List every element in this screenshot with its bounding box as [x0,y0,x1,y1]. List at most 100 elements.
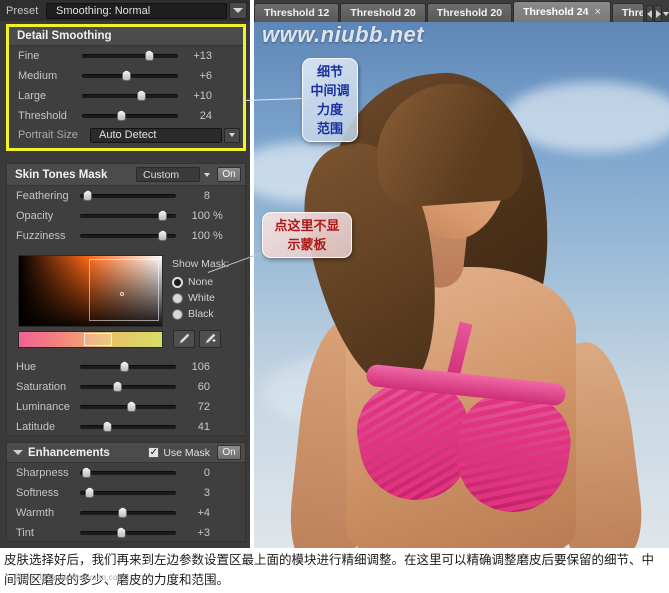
slider-knob[interactable] [113,381,123,392]
threshold-slider[interactable] [82,109,178,123]
saturation-slider[interactable] [80,380,176,394]
slider-knob[interactable] [118,507,128,518]
slider-knob[interactable] [120,361,130,372]
tab-threshold-12[interactable]: Threshold 12 [254,3,340,22]
slider-row-hue: Hue 106 [7,357,245,377]
slider-row-luminance: Luminance 72 [7,397,245,417]
callout-show-mask-note: 点这里不显 示蒙板 [262,212,352,258]
skin-tone-color-field[interactable] [18,255,163,327]
luminance-slider[interactable] [80,400,176,414]
slider-value: +13 [193,50,212,62]
slider-value: +6 [199,70,212,82]
tab-label: Threshold 20 [350,7,416,19]
slider-knob[interactable] [144,50,154,61]
slider-knob[interactable] [83,190,93,201]
preset-label: Preset [6,4,39,17]
radio-selected-icon [172,276,183,288]
enhancements-toggle[interactable]: On [217,445,241,460]
tab-scroll-left-button[interactable] [645,5,654,22]
slider-knob[interactable] [81,467,91,478]
slider-knob[interactable] [85,487,95,498]
slider-knob[interactable] [116,527,126,538]
use-mask-label: Use Mask [163,446,210,459]
tab-scroll-right-button[interactable] [654,5,662,22]
hue-strip[interactable] [18,331,163,348]
document-tab-bar: Threshold 12 Threshold 20 Threshold 20 T… [254,0,669,22]
sharpness-slider[interactable] [80,466,176,480]
fuzziness-slider[interactable] [80,229,176,243]
slider-value: 100 [191,210,210,222]
slider-knob[interactable] [116,110,126,121]
skin-preset-dropdown-button[interactable] [200,172,214,177]
slider-label: Saturation [16,381,67,393]
preset-select[interactable]: Smoothing: Normal [46,2,227,19]
tab-label: Threshold 12 [264,7,330,19]
slider-row-large: Large +10 [9,86,243,106]
slider-value: 0 [203,467,210,479]
enhancements-header[interactable]: Enhancements ✓ Use Mask On [7,443,245,463]
slider-knob[interactable] [126,401,136,412]
slider-value: +3 [197,527,210,539]
slider-track [80,511,176,515]
slider-label: Latitude [16,421,56,433]
slider-label: Opacity [16,210,54,222]
slider-row-medium: Medium +6 [9,66,243,86]
slider-label: Tint [16,527,34,539]
detail-smoothing-group: Detail Smoothing Fine +13 Medium +6 Larg… [6,24,246,151]
slider-track [80,194,176,198]
slider-value: 72 [197,401,210,413]
slider-label: Medium [18,70,58,82]
skin-preset-select[interactable]: Custom [136,167,200,182]
slider-value: 100 [191,230,210,242]
slider-value: +10 [193,90,212,102]
slider-knob[interactable] [158,210,168,221]
slider-row-threshold: Threshold 24 [9,106,243,126]
close-icon[interactable]: × [594,6,600,18]
callout-line: 中间调 [310,83,350,98]
show-mask-option-none[interactable]: None [172,276,213,288]
medium-slider[interactable] [82,69,178,83]
slider-track [80,491,176,495]
softness-slider[interactable] [80,486,176,500]
tab-menu-button[interactable] [662,5,669,22]
slider-value: 8 [203,190,210,202]
show-mask-option-black[interactable]: Black [172,308,214,320]
slider-row-opacity: Opacity 100 % [7,206,245,226]
slider-label: Feathering [16,190,69,202]
callout-line: 范围 [316,121,343,136]
skin-mask-toggle[interactable]: On [217,167,241,182]
parameters-panel: Preset Smoothing: Normal Detail Smoothin… [0,0,250,548]
slider-row-latitude: Latitude 41 [7,417,245,437]
slider-row-tint: Tint +3 [7,523,245,543]
slider-knob[interactable] [136,90,146,101]
tab-threshold-20-b[interactable]: Threshold 20 [426,3,513,22]
tab-threshold-next[interactable]: Threshold [611,3,644,22]
portrait-size-dropdown-button[interactable] [224,127,240,143]
tab-threshold-20-a[interactable]: Threshold 20 [340,3,426,22]
tab-threshold-24[interactable]: Threshold 24 × [513,1,611,22]
hue-slider[interactable] [80,360,176,374]
show-mask-option-white[interactable]: White [172,292,215,304]
skin-tones-mask-title: Skin Tones Mask [15,168,108,181]
slider-label: Hue [16,361,37,373]
feathering-slider[interactable] [80,189,176,203]
warmth-slider[interactable] [80,506,176,520]
slider-label: Threshold [18,110,67,122]
tint-slider[interactable] [80,526,176,540]
eyedropper-plus-icon[interactable] [199,330,221,348]
slider-label: Large [18,90,47,102]
callout-detail-params: 细节 中间调 力度 范围 [302,58,358,142]
preset-dropdown-button[interactable] [229,2,247,19]
portrait-size-select[interactable]: Auto Detect [90,127,222,143]
slider-knob[interactable] [158,230,168,241]
slider-knob[interactable] [102,421,112,432]
use-mask-checkbox[interactable]: ✓ [148,447,160,458]
opacity-slider[interactable] [80,209,176,223]
large-slider[interactable] [82,89,178,103]
slider-knob[interactable] [122,70,132,81]
eyedropper-icon[interactable] [173,330,195,348]
slider-track [80,425,176,429]
slider-value: 106 [191,361,210,373]
latitude-slider[interactable] [80,420,176,434]
fine-slider[interactable] [82,49,178,63]
